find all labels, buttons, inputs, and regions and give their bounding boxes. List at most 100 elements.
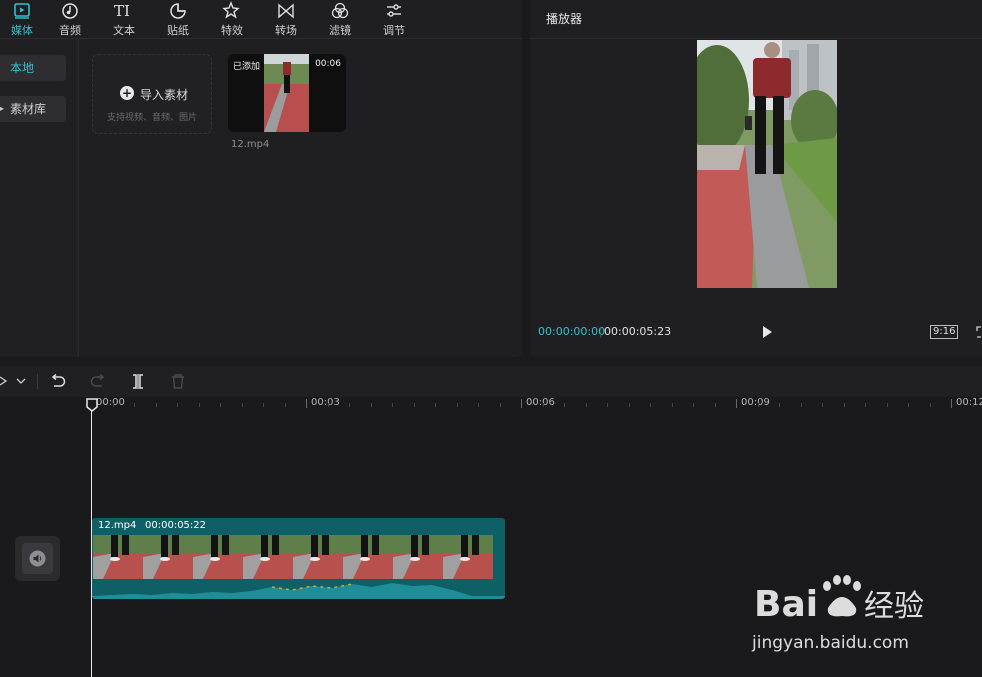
ruler-minor-tick	[349, 403, 350, 407]
ruler-minor-tick	[629, 403, 630, 407]
tab-transition-label: 转场	[275, 24, 297, 37]
tab-sticker[interactable]: 贴纸	[156, 0, 200, 38]
track-mute-inner	[22, 543, 53, 574]
ruler-minor-tick	[586, 403, 587, 407]
svg-text:jingyan.baidu.com: jingyan.baidu.com	[751, 633, 909, 653]
ruler-label: 00:12	[956, 397, 982, 408]
tab-media[interactable]: 媒体	[0, 0, 44, 38]
ruler-minor-tick	[392, 403, 393, 407]
ruler-major-tick	[736, 399, 737, 408]
ruler-minor-tick	[457, 403, 458, 407]
aspect-ratio-button[interactable]: 9:16	[930, 325, 959, 339]
timeline-clip-duration: 00:00:05:22	[145, 520, 207, 531]
ruler-minor-tick	[650, 403, 651, 407]
ruler-minor-tick	[801, 403, 802, 407]
tab-adjust[interactable]: 调节	[372, 0, 416, 38]
ruler-label: 00:03	[311, 397, 340, 408]
timeline-ruler[interactable]: 00:00 00:03 00:06 00:09 00:12	[0, 397, 982, 411]
sidebar-item-label: 本地	[10, 61, 35, 75]
plus-icon: +	[120, 86, 134, 100]
tab-filter[interactable]: 滤镜	[318, 0, 362, 38]
clip-duration-badge: 00:06	[315, 59, 341, 69]
ruler-minor-tick	[865, 403, 866, 407]
media-clip-thumbnail[interactable]: 已添加 00:06	[228, 54, 346, 132]
clip-preview-image	[264, 54, 309, 132]
ruler-minor-tick	[822, 403, 823, 407]
tab-adjust-label: 调节	[383, 24, 405, 37]
toolbar-divider	[37, 374, 38, 389]
tab-audio[interactable]: 音频	[48, 0, 92, 38]
fullscreen-icon[interactable]	[976, 326, 982, 338]
chevron-down-icon[interactable]	[16, 378, 26, 385]
filter-icon	[331, 2, 349, 19]
audio-icon	[62, 3, 78, 19]
ruler-minor-tick	[715, 403, 716, 407]
speaker-icon	[29, 550, 46, 567]
track-mute-button[interactable]	[15, 536, 60, 581]
ruler-minor-tick	[435, 403, 436, 407]
divider	[530, 38, 982, 39]
ruler-minor-tick	[779, 403, 780, 407]
timeline-video-clip[interactable]: 12.mp4 00:00:05:22	[92, 518, 505, 599]
clip-frames	[93, 535, 493, 579]
chevron-right-icon: ▸	[0, 104, 5, 113]
play-icon[interactable]	[760, 325, 774, 339]
sidebar-item-local[interactable]: 本地	[0, 55, 66, 81]
ruler-minor-tick	[113, 403, 114, 407]
ruler-minor-tick	[328, 403, 329, 407]
tab-effects[interactable]: 特效	[210, 0, 254, 38]
split-icon[interactable]	[130, 374, 146, 389]
ruler-minor-tick	[672, 403, 673, 407]
ruler-minor-tick	[500, 403, 501, 407]
tab-media-label: 媒体	[11, 24, 33, 37]
ruler-minor-tick	[543, 403, 544, 407]
effects-icon	[222, 1, 240, 19]
svg-text:Bai: Bai	[754, 584, 818, 625]
ruler-minor-tick	[930, 403, 931, 407]
audio-waveform	[92, 583, 505, 599]
ruler-minor-tick	[607, 403, 608, 407]
tab-text[interactable]: TI 文本	[102, 0, 146, 38]
top-toolbar: 媒体 音频 TI 文本 贴纸 特效 转场 滤镜 调节	[0, 0, 522, 39]
ruler-minor-tick	[177, 403, 178, 407]
ruler-minor-tick	[478, 403, 479, 407]
time-separator: |	[599, 325, 603, 338]
ruler-minor-tick	[887, 403, 888, 407]
import-media-button[interactable]: + 导入素材 支持视频、音频、图片	[92, 54, 212, 134]
ruler-minor-tick	[758, 403, 759, 407]
media-icon	[14, 3, 30, 19]
media-sidebar: 本地 ▸ 素材库	[0, 39, 79, 357]
video-preview[interactable]	[697, 40, 837, 288]
sidebar-item-label: 素材库	[10, 102, 47, 116]
tab-transition[interactable]: 转场	[264, 0, 308, 38]
ruler-minor-tick	[908, 403, 909, 407]
ruler-minor-tick	[371, 403, 372, 407]
ruler-minor-tick	[156, 403, 157, 407]
svg-text:TI: TI	[114, 2, 130, 20]
tab-audio-label: 音频	[59, 24, 81, 37]
ruler-minor-tick	[199, 403, 200, 407]
delete-icon[interactable]	[171, 374, 185, 389]
timeline-clip-name: 12.mp4	[98, 520, 137, 531]
player-panel: 播放器 00:00:00:00 | 00:00:05:23 9:16	[530, 0, 982, 357]
playhead-line[interactable]	[91, 404, 92, 677]
ruler-label: 00:06	[526, 397, 555, 408]
undo-icon[interactable]	[50, 374, 66, 388]
media-clip-name: 12.mp4	[231, 139, 270, 150]
ruler-minor-tick	[285, 403, 286, 407]
baidu-watermark-logo: Bai 经验 jingyan.baidu.com	[751, 575, 924, 653]
ruler-minor-tick	[242, 403, 243, 407]
redo-icon[interactable]	[90, 374, 106, 388]
ruler-minor-tick	[134, 403, 135, 407]
ruler-label: 00:09	[741, 397, 770, 408]
tab-filter-label: 滤镜	[329, 24, 351, 37]
current-time: 00:00:00:00	[538, 325, 606, 338]
ruler-major-tick	[306, 399, 307, 408]
import-label: 导入素材	[140, 88, 189, 102]
select-tool-icon[interactable]	[0, 375, 10, 387]
tab-text-label: 文本	[113, 24, 135, 37]
sidebar-item-library[interactable]: ▸ 素材库	[0, 96, 66, 122]
tab-effects-label: 特效	[221, 24, 243, 37]
playhead-handle[interactable]	[86, 398, 98, 412]
ruler-minor-tick	[693, 403, 694, 407]
